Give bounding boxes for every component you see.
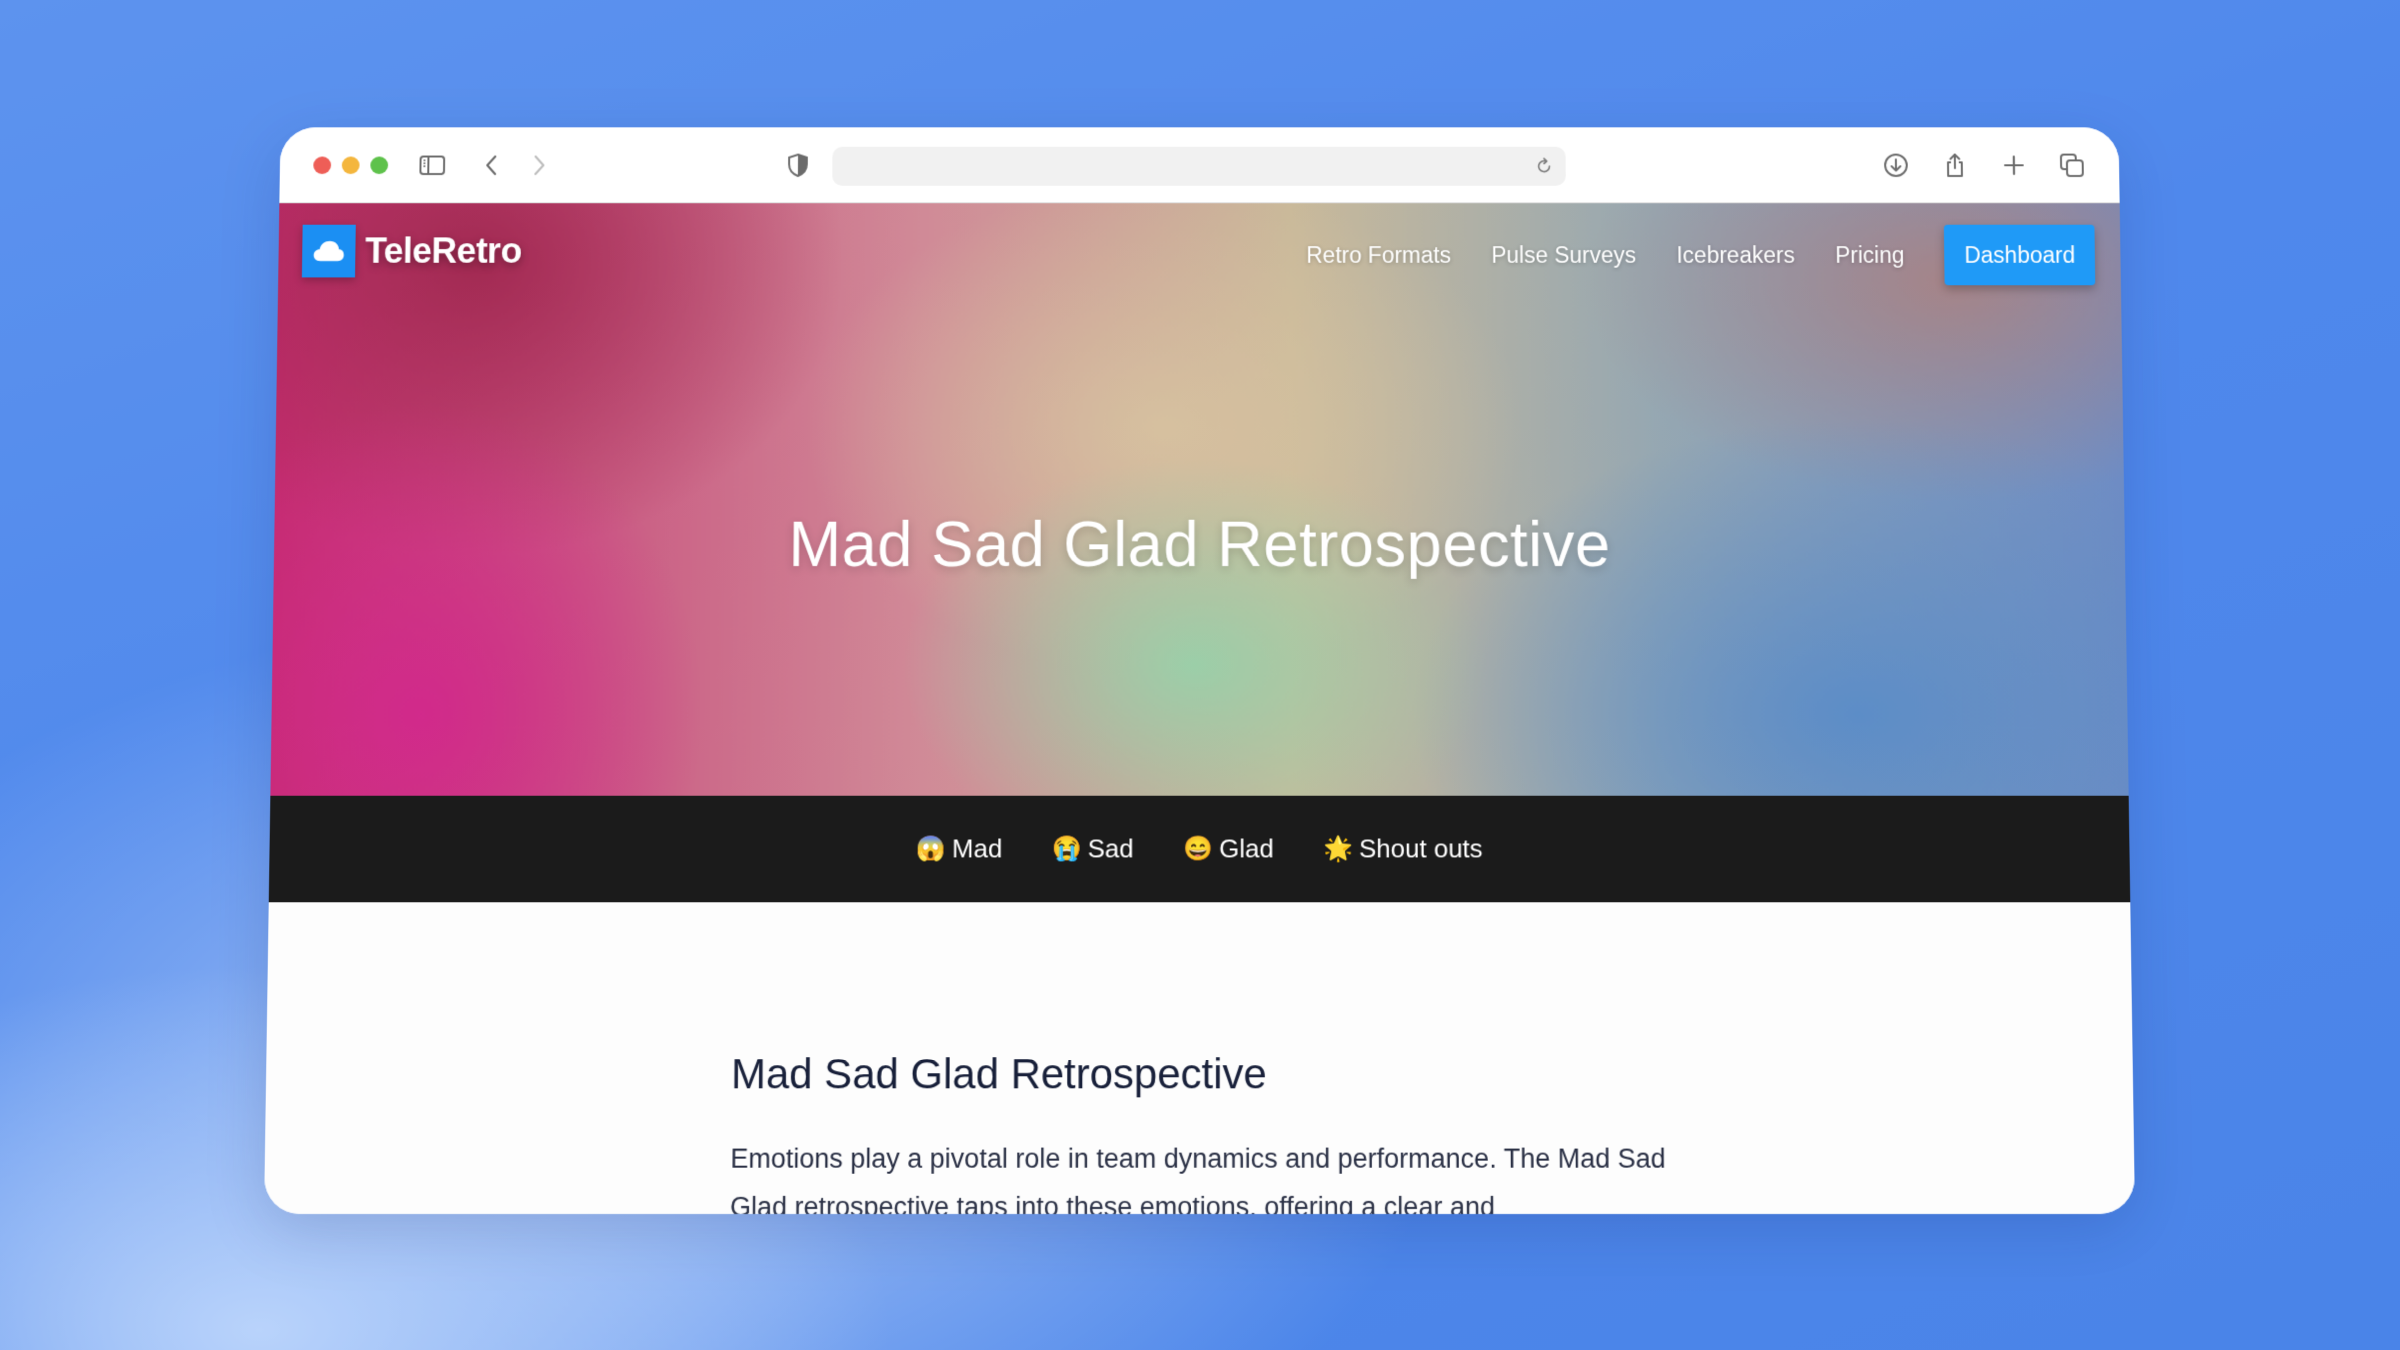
- nav-link-retro-formats[interactable]: Retro Formats: [1306, 242, 1451, 268]
- glowing-star-icon: 🌟: [1323, 835, 1354, 863]
- reload-icon[interactable]: [1528, 151, 1560, 182]
- download-icon[interactable]: [1879, 149, 1913, 182]
- nav-link-pricing[interactable]: Pricing: [1835, 242, 1905, 268]
- privacy-shield-icon[interactable]: [781, 149, 815, 182]
- dashboard-button[interactable]: Dashboard: [1944, 224, 2096, 286]
- tab-label: Mad: [951, 833, 1003, 864]
- crying-face-icon: 😭: [1051, 835, 1082, 863]
- brand-name: TeleRetro: [364, 230, 522, 271]
- screenshot-stage: TeleRetro Retro Formats Pulse Surveys Ic…: [0, 0, 2400, 1350]
- minimize-window-button[interactable]: [341, 156, 360, 175]
- nav-link-icebreakers[interactable]: Icebreakers: [1676, 242, 1795, 268]
- forward-icon[interactable]: [522, 149, 556, 182]
- hero-title: Mad Sad Glad Retrospective: [788, 508, 1611, 580]
- browser-toolbar: [279, 127, 2120, 204]
- tab-mad[interactable]: 😱 Mad: [916, 834, 1002, 865]
- tab-label: Shout outs: [1359, 833, 1483, 864]
- sidebar-icon[interactable]: [415, 149, 449, 182]
- screaming-face-icon: 😱: [916, 835, 947, 863]
- grinning-face-icon: 😄: [1183, 835, 1214, 863]
- tab-label: Sad: [1087, 833, 1134, 864]
- tab-shout-outs[interactable]: 🌟 Shout outs: [1323, 834, 1482, 865]
- cloud-icon: [301, 224, 356, 278]
- main-nav: Retro Formats Pulse Surveys Icebreakers …: [1266, 224, 2096, 286]
- tab-overview-icon[interactable]: [2055, 149, 2089, 182]
- brand-logo-link[interactable]: TeleRetro: [301, 224, 522, 278]
- tab-glad[interactable]: 😄 Glad: [1183, 834, 1273, 865]
- tab-label: Glad: [1219, 833, 1274, 864]
- nav-link-pulse-surveys[interactable]: Pulse Surveys: [1491, 242, 1636, 268]
- article-content: Mad Sad Glad Retrospective Emotions play…: [264, 902, 2135, 1214]
- browser-window: TeleRetro Retro Formats Pulse Surveys Ic…: [264, 127, 2135, 1215]
- zoom-window-button[interactable]: [370, 156, 389, 175]
- article-heading: Mad Sad Glad Retrospective: [730, 1050, 1267, 1098]
- tab-sad[interactable]: 😭 Sad: [1052, 834, 1134, 865]
- close-window-button[interactable]: [313, 156, 332, 175]
- hero-banner: TeleRetro Retro Formats Pulse Surveys Ic…: [270, 203, 2129, 796]
- back-icon[interactable]: [475, 149, 509, 182]
- new-tab-icon[interactable]: [1997, 149, 2031, 182]
- share-icon[interactable]: [1938, 149, 1972, 182]
- section-tabs: 😱 Mad 😭 Sad 😄 Glad 🌟 Shout outs: [264, 795, 2135, 903]
- address-bar[interactable]: [832, 146, 1566, 186]
- article-paragraph: Emotions play a pivotal role in team dyn…: [729, 1143, 1666, 1215]
